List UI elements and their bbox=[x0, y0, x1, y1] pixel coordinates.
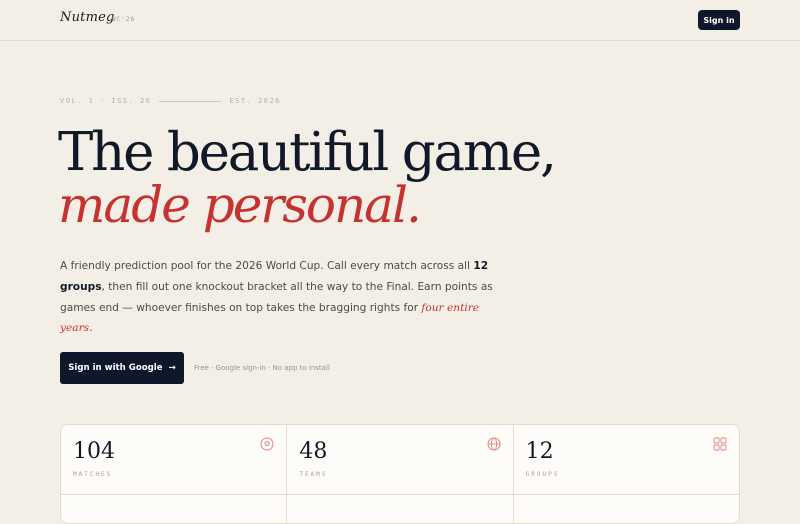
sign-in-with-google-button[interactable]: Sign in with Google → bbox=[60, 352, 184, 384]
brand-tag: WC'26 bbox=[112, 16, 136, 23]
stat-card-groups: 12 GROUPS bbox=[513, 425, 739, 523]
arrow-right-icon: → bbox=[168, 363, 176, 373]
issue-line: VOL. 1 · ISS. 26 EST. 2026 bbox=[60, 96, 281, 106]
sign-in-button[interactable]: Sign in bbox=[698, 10, 740, 30]
issue-number: VOL. 1 · ISS. 26 bbox=[60, 97, 152, 105]
soccer-ball-icon bbox=[260, 437, 274, 451]
globe-icon bbox=[487, 437, 501, 451]
top-header: Nutmeg WC'26 Sign in bbox=[0, 0, 800, 41]
stat-label: MATCHES bbox=[73, 471, 113, 478]
stat-card-teams: 48 TEAMS bbox=[287, 425, 514, 523]
stat-divider bbox=[287, 494, 513, 495]
stat-value: 48 bbox=[299, 439, 328, 464]
stat-divider bbox=[61, 494, 287, 495]
issue-rule bbox=[159, 100, 222, 102]
stat-label: TEAMS bbox=[299, 471, 328, 478]
hero-subtitle: made personal. bbox=[58, 176, 422, 234]
intro-paragraph: A friendly prediction pool for the 2026 … bbox=[60, 256, 500, 339]
stat-card-matches: 104 MATCHES bbox=[61, 425, 288, 523]
stats-panel: 104 MATCHES 48 TEAMS 12 GROUPS bbox=[60, 424, 740, 524]
stat-value: 12 bbox=[525, 439, 554, 464]
intro-text-1: A friendly prediction pool for the 2026 … bbox=[60, 260, 474, 272]
stat-divider bbox=[513, 494, 739, 495]
cta-note: Free · Google sign-in · No app to instal… bbox=[194, 364, 330, 372]
google-button-label: Sign in with Google bbox=[68, 363, 163, 373]
grid-icon bbox=[713, 437, 727, 451]
intro-text-3: . bbox=[89, 322, 93, 335]
established-year: EST. 2026 bbox=[229, 97, 281, 105]
stat-label: GROUPS bbox=[525, 471, 560, 478]
brand-logo[interactable]: Nutmeg bbox=[60, 10, 115, 25]
stat-value: 104 bbox=[73, 439, 115, 464]
